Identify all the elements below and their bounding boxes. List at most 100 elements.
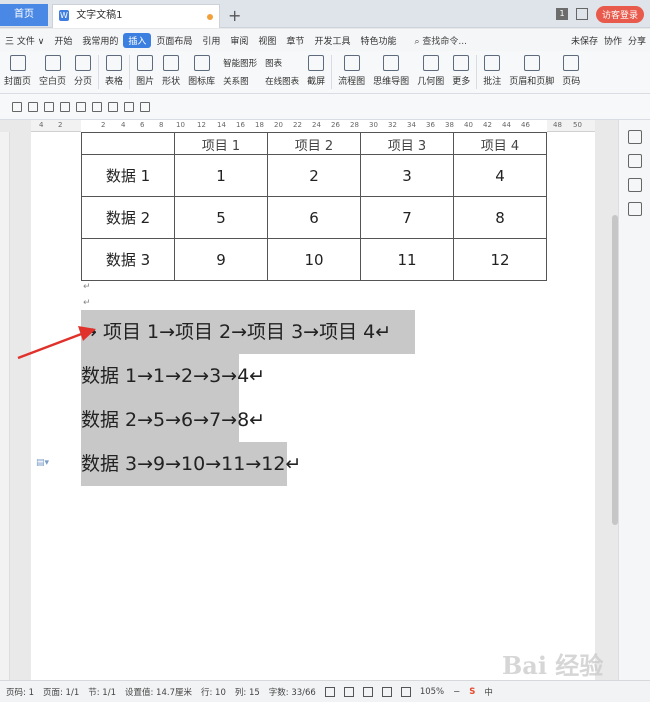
collab-button[interactable]: 协作 — [604, 34, 622, 47]
new-tab-button[interactable]: + — [228, 6, 241, 25]
page-view-icon[interactable] — [362, 686, 373, 697]
horizontal-ruler[interactable]: 4 2 2 4 6 8 10 12 14 16 18 20 22 24 26 2… — [31, 120, 595, 132]
menu-insert[interactable]: 插入 — [123, 32, 152, 48]
undo-icon[interactable] — [108, 101, 118, 112]
icon-library-button[interactable]: 图标库 — [184, 55, 219, 87]
share-button[interactable]: 分享 — [628, 34, 646, 47]
open-file-icon[interactable] — [28, 101, 38, 112]
new-file-icon[interactable] — [12, 101, 22, 112]
table-cell[interactable]: 项目 4 — [453, 132, 547, 155]
status-pages[interactable]: 页面: 1/1 — [43, 686, 79, 698]
input-method-logo-icon[interactable]: S — [469, 687, 475, 697]
paste-options-icon[interactable]: ▤▾ — [36, 458, 49, 468]
vertical-ruler[interactable] — [0, 132, 10, 680]
status-page: 页码: 1 — [6, 687, 34, 698]
select-cursor-icon[interactable] — [627, 178, 642, 192]
flowchart-label: 流程图 — [338, 77, 366, 87]
read-mode-icon[interactable] — [343, 686, 354, 697]
table-cell[interactable]: 3 — [360, 154, 454, 197]
cover-page-button[interactable]: 封面页 — [0, 55, 35, 87]
eye-protect-icon[interactable] — [400, 686, 411, 697]
table-button[interactable]: 表格 — [101, 55, 127, 87]
settings-sliders-icon[interactable] — [627, 202, 642, 216]
print-preview-icon[interactable] — [92, 101, 102, 112]
menu-frequent[interactable]: 我常用的 — [77, 34, 123, 47]
ruler-tick: 18 — [255, 121, 264, 129]
online-chart-button[interactable]: 在线图表 — [265, 75, 299, 87]
web-view-icon[interactable] — [381, 686, 392, 697]
menu-devtools[interactable]: 开发工具 — [309, 34, 355, 47]
document-page[interactable]: 项目 1 项目 2 项目 3 项目 4 数据 1 1 2 3 4 数据 2 5 … — [31, 132, 595, 680]
menu-reference[interactable]: 引用 — [197, 34, 225, 47]
save-icon[interactable] — [44, 101, 54, 112]
menu-features[interactable]: 特色功能 — [355, 34, 401, 47]
zoom-level[interactable]: 105% — [420, 687, 444, 697]
blank-page-label: 空白页 — [39, 77, 67, 87]
tab-document[interactable]: W 文字文稿1 — [52, 4, 220, 28]
screenshot-button[interactable]: 截屏 — [303, 55, 329, 87]
table-cell[interactable]: 4 — [453, 154, 547, 197]
menu-start[interactable]: 开始 — [49, 34, 77, 47]
page-number-button[interactable]: 页码 — [558, 55, 584, 87]
comment-button[interactable]: 批注 — [479, 55, 505, 87]
redo-icon[interactable] — [124, 101, 134, 112]
table-cell[interactable]: 数据 3 — [81, 238, 175, 281]
more-button[interactable]: 更多 — [448, 55, 474, 87]
table-cell[interactable]: 2 — [267, 154, 361, 197]
menu-layout[interactable]: 页面布局 — [151, 34, 197, 47]
header-footer-button[interactable]: 页眉和页脚 — [505, 55, 558, 87]
table-cell[interactable]: 项目 2 — [267, 132, 361, 155]
table-cell[interactable]: 9 — [174, 238, 268, 281]
selected-text-line[interactable]: → 项目 1→项目 2→项目 3→项目 4↵ — [81, 310, 415, 354]
fullscreen-icon[interactable] — [324, 686, 335, 697]
table-cell[interactable]: 1 — [174, 154, 268, 197]
ruler-tick: 20 — [274, 121, 283, 129]
relation-chart-button[interactable]: 关系图 — [223, 75, 257, 87]
table-cell[interactable]: 10 — [267, 238, 361, 281]
print-icon[interactable] — [76, 101, 86, 112]
mindmap-button[interactable]: 思维导图 — [369, 55, 413, 87]
table-row: 项目 1 项目 2 项目 3 项目 4 — [81, 132, 547, 155]
edit-pen-icon[interactable] — [627, 154, 642, 168]
table-cell[interactable]: 项目 3 — [360, 132, 454, 155]
menu-view[interactable]: 视图 — [253, 34, 281, 47]
chart-button[interactable]: 图表 — [265, 57, 299, 69]
grid-icon[interactable] — [575, 8, 588, 20]
flowchart-button[interactable]: 流程图 — [334, 55, 369, 87]
table-cell[interactable] — [81, 132, 175, 155]
selected-text-line[interactable]: 数据 2→5→6→7→8↵ — [81, 398, 265, 442]
table-cell[interactable]: 项目 1 — [174, 132, 268, 155]
collapse-panel-icon[interactable] — [627, 130, 642, 144]
tab-home[interactable]: 首页 — [0, 4, 48, 26]
table-cell[interactable]: 数据 1 — [81, 154, 175, 197]
status-word-count[interactable]: 字数: 33/66 — [269, 686, 316, 698]
selected-text-line[interactable]: 数据 3→9→10→11→12↵ — [81, 442, 301, 486]
selected-text-line[interactable]: 数据 1→1→2→3→4↵ — [81, 354, 265, 398]
document-table[interactable]: 项目 1 项目 2 项目 3 项目 4 数据 1 1 2 3 4 数据 2 5 … — [81, 132, 547, 281]
table-cell[interactable]: 12 — [453, 238, 547, 281]
table-cell[interactable]: 5 — [174, 196, 268, 239]
zoom-out-button[interactable]: − — [453, 687, 460, 697]
menu-file[interactable]: 三 文件 ∨ — [0, 34, 49, 47]
blank-page-button[interactable]: 空白页 — [35, 55, 70, 87]
login-button[interactable]: 访客登录 — [595, 5, 644, 23]
picture-button[interactable]: 图片 — [132, 55, 158, 87]
menu-chapter[interactable]: 章节 — [281, 34, 309, 47]
shape-button[interactable]: 形状 — [158, 55, 184, 87]
geometry-button[interactable]: 几何图 — [413, 55, 448, 87]
mindmap-label: 思维导图 — [373, 77, 410, 87]
export-pdf-icon[interactable] — [60, 101, 70, 112]
table-cell[interactable]: 数据 2 — [81, 196, 175, 239]
page-break-button[interactable]: 分页 — [70, 55, 96, 87]
table-cell[interactable]: 11 — [360, 238, 454, 281]
command-search[interactable]: ⌕ 查找命令... — [409, 34, 472, 47]
table-cell[interactable]: 6 — [267, 196, 361, 239]
status-bar: 页码: 1 页面: 1/1 节: 1/1 设置值: 14.7厘米 行: 10 列… — [0, 680, 650, 702]
table-cell[interactable]: 8 — [453, 196, 547, 239]
smartart-button[interactable]: 智能图形 — [223, 57, 257, 69]
menu-review[interactable]: 审阅 — [225, 34, 253, 47]
input-method-language[interactable]: 中 — [484, 686, 493, 698]
unsaved-status[interactable]: 未保存 — [571, 34, 598, 47]
format-painter-icon[interactable] — [140, 101, 150, 112]
table-cell[interactable]: 7 — [360, 196, 454, 239]
